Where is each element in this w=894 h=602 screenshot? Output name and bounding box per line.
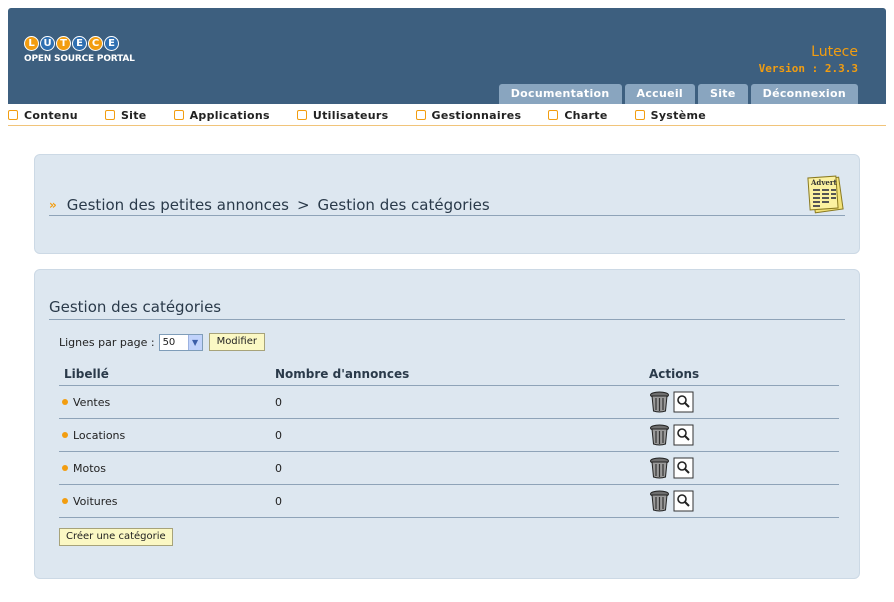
breadcrumb: » Gestion des petites annonces > Gestion… — [49, 194, 845, 216]
menu-item-charte[interactable]: Charte — [548, 109, 607, 122]
table-header: Libellé Nombre d'annonces Actions — [59, 362, 839, 386]
column-header-count[interactable]: Nombre d'annonces — [271, 367, 645, 381]
table-row: Ventes 0 — [59, 386, 839, 419]
category-label: Motos — [73, 461, 106, 475]
menu-item-label: Contenu — [24, 108, 78, 122]
items-per-page: Lignes par page : 50 ▼ Modifier — [59, 333, 265, 351]
app-name: Lutece — [811, 44, 858, 60]
double-arrow-icon: » — [49, 197, 57, 212]
create-category-button[interactable]: Créer une catégorie — [59, 528, 173, 546]
menu-item-applications[interactable]: Applications — [173, 108, 270, 122]
menu-item-label: Gestionnaires — [431, 108, 522, 122]
bullet-icon — [62, 465, 68, 471]
categories-table: Libellé Nombre d'annonces Actions Ventes… — [59, 362, 839, 518]
view-icon[interactable] — [673, 457, 694, 479]
main-menu: Contenu Site Applications Utilisateurs G… — [8, 105, 886, 126]
menu-item-label: Applications — [189, 108, 270, 122]
modify-button[interactable]: Modifier — [208, 333, 265, 351]
menu-bullet-icon — [634, 110, 645, 120]
logo-letter: U — [40, 36, 55, 51]
delete-icon[interactable] — [649, 490, 670, 512]
breadcrumb-parent[interactable]: Gestion des petites annonces — [67, 196, 289, 214]
breadcrumb-panel: » Gestion des petites annonces > Gestion… — [34, 154, 860, 254]
category-count: 0 — [275, 428, 282, 442]
column-header-actions: Actions — [649, 366, 700, 381]
tab-documentation[interactable]: Documentation — [498, 84, 622, 104]
menu-item-label: Système — [650, 108, 706, 122]
table-row: Motos 0 — [59, 452, 839, 485]
delete-icon[interactable] — [649, 391, 670, 413]
perpage-value: 50 — [162, 336, 176, 348]
category-count: 0 — [275, 494, 282, 508]
menu-item-label: Charte — [564, 108, 608, 122]
bullet-icon — [62, 498, 68, 504]
breadcrumb-current: Gestion des catégories — [317, 195, 490, 214]
table-row: Locations 0 — [59, 419, 839, 452]
menu-item-label: Site — [120, 108, 147, 122]
bullet-icon — [62, 432, 68, 438]
tab-site[interactable]: Site — [698, 84, 748, 104]
category-label: Locations — [73, 428, 126, 442]
view-icon[interactable] — [673, 391, 694, 413]
logo-letter: C — [88, 36, 103, 51]
row-actions — [645, 391, 839, 413]
advert-icon-label: Advert — [810, 178, 838, 187]
delete-icon[interactable] — [649, 457, 670, 479]
chevron-down-icon[interactable]: ▼ — [187, 334, 202, 350]
perpage-select[interactable]: 50 ▼ — [158, 333, 203, 351]
category-label: Ventes — [73, 395, 111, 409]
row-label-cell: Locations — [59, 429, 271, 442]
view-icon[interactable] — [673, 490, 694, 512]
row-label-cell: Motos — [59, 462, 271, 475]
menu-bullet-icon — [173, 110, 184, 120]
menu-item-systeme[interactable]: Système — [634, 108, 706, 122]
categories-panel: Gestion des catégories Lignes par page :… — [34, 269, 860, 579]
logo-letters: L U T E C E — [24, 36, 135, 51]
row-label-cell: Ventes — [59, 396, 271, 409]
menu-bullet-icon — [8, 110, 18, 120]
logo-letter: T — [56, 36, 71, 51]
delete-icon[interactable] — [649, 424, 670, 446]
view-icon[interactable] — [673, 424, 694, 446]
menu-item-site[interactable]: Site — [104, 108, 147, 122]
menu-bullet-icon — [104, 110, 115, 120]
row-actions — [645, 457, 839, 479]
column-header-label[interactable]: Libellé — [59, 367, 271, 381]
advert-icon: Advert — [807, 175, 844, 214]
logo-letter: E — [72, 36, 87, 51]
header: L U T E C E OPEN SOURCE PORTAL Lutece Ve… — [8, 8, 886, 104]
breadcrumb-separator: > — [296, 195, 310, 214]
tab-deconnexion[interactable]: Déconnexion — [750, 84, 858, 104]
app-version: Version : 2.3.3 — [758, 62, 858, 75]
menu-bullet-icon — [415, 110, 426, 120]
tab-accueil[interactable]: Accueil — [624, 84, 696, 104]
category-count: 0 — [275, 461, 282, 475]
logo-letter: E — [104, 36, 119, 51]
menu-item-label: Utilisateurs — [312, 108, 389, 122]
table-row: Voitures 0 — [59, 485, 839, 518]
lutece-logo[interactable]: L U T E C E OPEN SOURCE PORTAL — [24, 36, 135, 64]
menu-item-utilisateurs[interactable]: Utilisateurs — [296, 108, 389, 122]
category-label: Voitures — [73, 494, 118, 508]
category-count: 0 — [275, 395, 282, 409]
row-actions — [645, 490, 839, 512]
row-actions — [645, 424, 839, 446]
menu-bullet-icon — [548, 110, 559, 120]
bullet-icon — [62, 399, 68, 405]
perpage-label: Lignes par page : — [59, 335, 155, 349]
logo-letter: L — [24, 36, 39, 51]
header-tabs: Documentation Accueil Site Déconnexion — [498, 84, 858, 104]
logo-subtitle: OPEN SOURCE PORTAL — [24, 54, 135, 64]
menu-bullet-icon — [296, 110, 307, 120]
menu-item-gestionnaires[interactable]: Gestionnaires — [415, 108, 522, 122]
row-label-cell: Voitures — [59, 495, 271, 508]
section-title: Gestion des catégories — [49, 298, 845, 320]
menu-item-contenu[interactable]: Contenu — [8, 109, 78, 122]
